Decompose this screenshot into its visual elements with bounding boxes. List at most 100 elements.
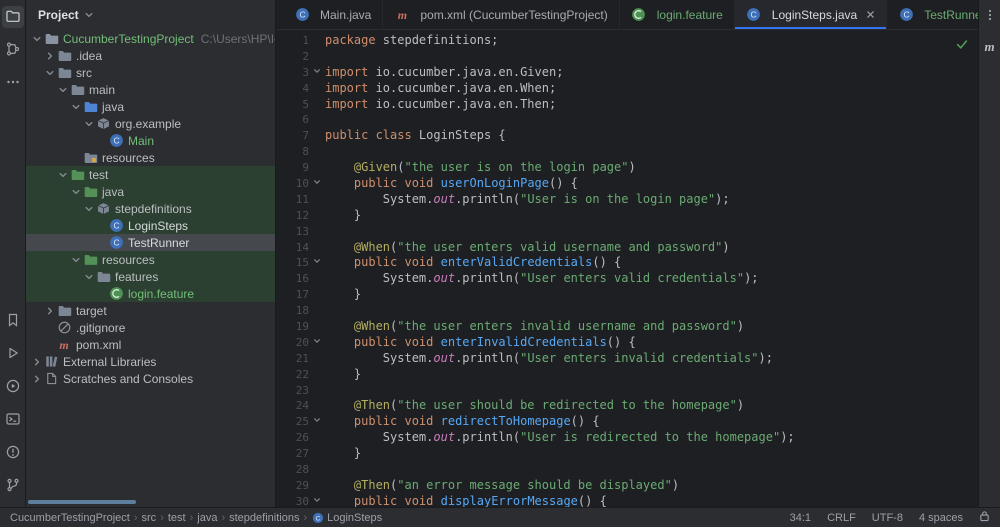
fold-chevron-icon[interactable]: [309, 255, 325, 271]
status-bar-widgets: 34:1 CRLF UTF-8 4 spaces: [790, 510, 990, 525]
more-icon: [5, 74, 21, 93]
chevron-down-icon[interactable]: [69, 100, 82, 113]
bookmarks-icon: [5, 312, 21, 331]
chevron-right-icon[interactable]: [30, 355, 43, 368]
tree-item-resources[interactable]: resources: [26, 251, 275, 268]
tab-testrunner-java[interactable]: C TestRunner.java: [887, 0, 978, 29]
project-view-selector[interactable]: Project: [38, 8, 79, 22]
chevron-down-icon[interactable]: [56, 83, 69, 96]
code-editor[interactable]: 1 package stepdefinitions; 2 3 import io.cuc…: [277, 30, 978, 507]
scratches-icon: [43, 371, 59, 387]
tree-item-label: Scratches and Consoles: [63, 371, 194, 386]
breadcrumb-separator: ›: [303, 511, 308, 524]
chevron-down-icon[interactable]: [82, 202, 95, 215]
tree-item-gitignore[interactable]: .gitignore: [26, 319, 275, 336]
status-widget-34-1[interactable]: 34:1: [790, 512, 811, 524]
tab-label: pom.xml (CucumberTestingProject): [420, 7, 608, 22]
project-tree: CucumberTestingProject C:\Users\HP\IdeaP.…: [26, 30, 275, 387]
chevron-right-icon[interactable]: [30, 372, 43, 385]
bookmarks-button[interactable]: [2, 310, 24, 332]
code-token: );: [780, 430, 795, 445]
chevron-down-icon[interactable]: [83, 9, 96, 22]
tree-item-stepdefinitions[interactable]: stepdefinitions: [26, 200, 275, 217]
tree-item-pom-xml[interactable]: m pom.xml: [26, 336, 275, 353]
code-token: }: [325, 287, 362, 302]
terminal-button[interactable]: [2, 409, 24, 431]
breadcrumb-label: java: [197, 511, 218, 524]
tree-item-main[interactable]: C Main: [26, 132, 275, 149]
breadcrumb-item-java[interactable]: java: [197, 512, 217, 524]
tree-item-java[interactable]: java: [26, 98, 275, 115]
line-number: 24: [295, 399, 309, 413]
tab-main-java[interactable]: C Main.java: [283, 0, 384, 29]
chevron-down-icon[interactable]: [69, 253, 82, 266]
tree-item-test[interactable]: test: [26, 166, 275, 183]
tree-item-testrunner[interactable]: C TestRunner: [26, 234, 275, 251]
chevron-right-icon[interactable]: [43, 304, 56, 317]
code-line: 22 }: [277, 367, 978, 383]
editor-options-kebab-icon[interactable]: [983, 8, 997, 22]
chevron-down-icon[interactable]: [82, 117, 95, 130]
breadcrumb-item-test[interactable]: test: [168, 512, 186, 524]
tab-pom-xml-cucumbertestingproject[interactable]: m pom.xml (CucumberTestingProject): [383, 0, 620, 29]
horizontal-scrollbar[interactable]: [28, 500, 136, 504]
line-number: 14: [295, 240, 309, 254]
chevron-right-icon[interactable]: [43, 49, 56, 62]
tree-item-java[interactable]: java: [26, 183, 275, 200]
fold-chevron-icon[interactable]: [309, 414, 325, 430]
tree-item-loginsteps[interactable]: C LoginSteps: [26, 217, 275, 234]
cucumber-icon: [108, 286, 124, 302]
problems-button[interactable]: [2, 442, 24, 464]
breadcrumb-item-src[interactable]: src: [142, 512, 157, 524]
close-icon[interactable]: [866, 10, 875, 19]
tree-item-external-libraries[interactable]: External Libraries: [26, 353, 275, 370]
structure-button[interactable]: [2, 39, 24, 61]
tree-item-scratches-and-consoles[interactable]: Scratches and Consoles: [26, 370, 275, 387]
code-line: 17 }: [277, 287, 978, 303]
line-number: 1: [302, 34, 309, 47]
tree-item-main[interactable]: main: [26, 81, 275, 98]
breadcrumb-item-loginsteps[interactable]: C LoginSteps: [311, 511, 382, 524]
activity-bar-top-group: [1, 6, 24, 94]
breadcrumb-label: CucumberTestingProject: [10, 511, 130, 524]
maven-tool-window-button[interactable]: m: [984, 39, 994, 55]
chevron-down-icon[interactable]: [56, 168, 69, 181]
status-widget-4-spaces[interactable]: 4 spaces: [919, 512, 963, 524]
chevron-down-icon[interactable]: [69, 185, 82, 198]
chevron-down-icon[interactable]: [30, 32, 43, 45]
run-button[interactable]: [2, 343, 24, 365]
gitignore-icon: [56, 320, 72, 336]
project-folder-button[interactable]: [1, 6, 24, 28]
lock-icon[interactable]: [979, 510, 990, 525]
tab-loginsteps-java[interactable]: C LoginSteps.java: [734, 0, 888, 29]
tree-item-src[interactable]: src: [26, 64, 275, 81]
status-widget-utf-8[interactable]: UTF-8: [872, 512, 903, 524]
tree-item-resources[interactable]: resources: [26, 149, 275, 166]
tree-item-features[interactable]: features: [26, 268, 275, 285]
status-widget-crlf[interactable]: CRLF: [827, 512, 856, 524]
tree-item-login-feature[interactable]: login.feature: [26, 285, 275, 302]
code-token: ): [736, 398, 745, 413]
fold-chevron-icon[interactable]: [309, 176, 325, 192]
tree-item-idea[interactable]: .idea: [26, 47, 275, 64]
code-token: out: [433, 350, 456, 365]
fold-chevron-icon[interactable]: [309, 65, 325, 81]
breadcrumb-item-stepdefinitions[interactable]: stepdefinitions: [229, 512, 299, 524]
right-tool-strip: m: [978, 0, 1000, 507]
chevron-down-icon[interactable]: [43, 66, 56, 79]
tree-item-target[interactable]: target: [26, 302, 275, 319]
tree-item-org-example[interactable]: org.example: [26, 115, 275, 132]
fold-chevron-icon[interactable]: [309, 335, 325, 351]
chevron-down-icon[interactable]: [82, 270, 95, 283]
tree-item-cucumbertestingproject[interactable]: CucumberTestingProject C:\Users\HP\IdeaP: [26, 30, 275, 47]
services-button[interactable]: [2, 376, 24, 398]
breadcrumb-item-cucumbertestingproject[interactable]: CucumberTestingProject: [10, 512, 130, 524]
fold-chevron-icon[interactable]: [309, 494, 325, 507]
inspections-ok-icon[interactable]: [955, 37, 969, 54]
version-control-button[interactable]: [2, 475, 24, 497]
code-token: () {: [592, 255, 622, 270]
more-button[interactable]: [2, 72, 24, 94]
tab-login-feature[interactable]: login.feature: [620, 0, 735, 29]
